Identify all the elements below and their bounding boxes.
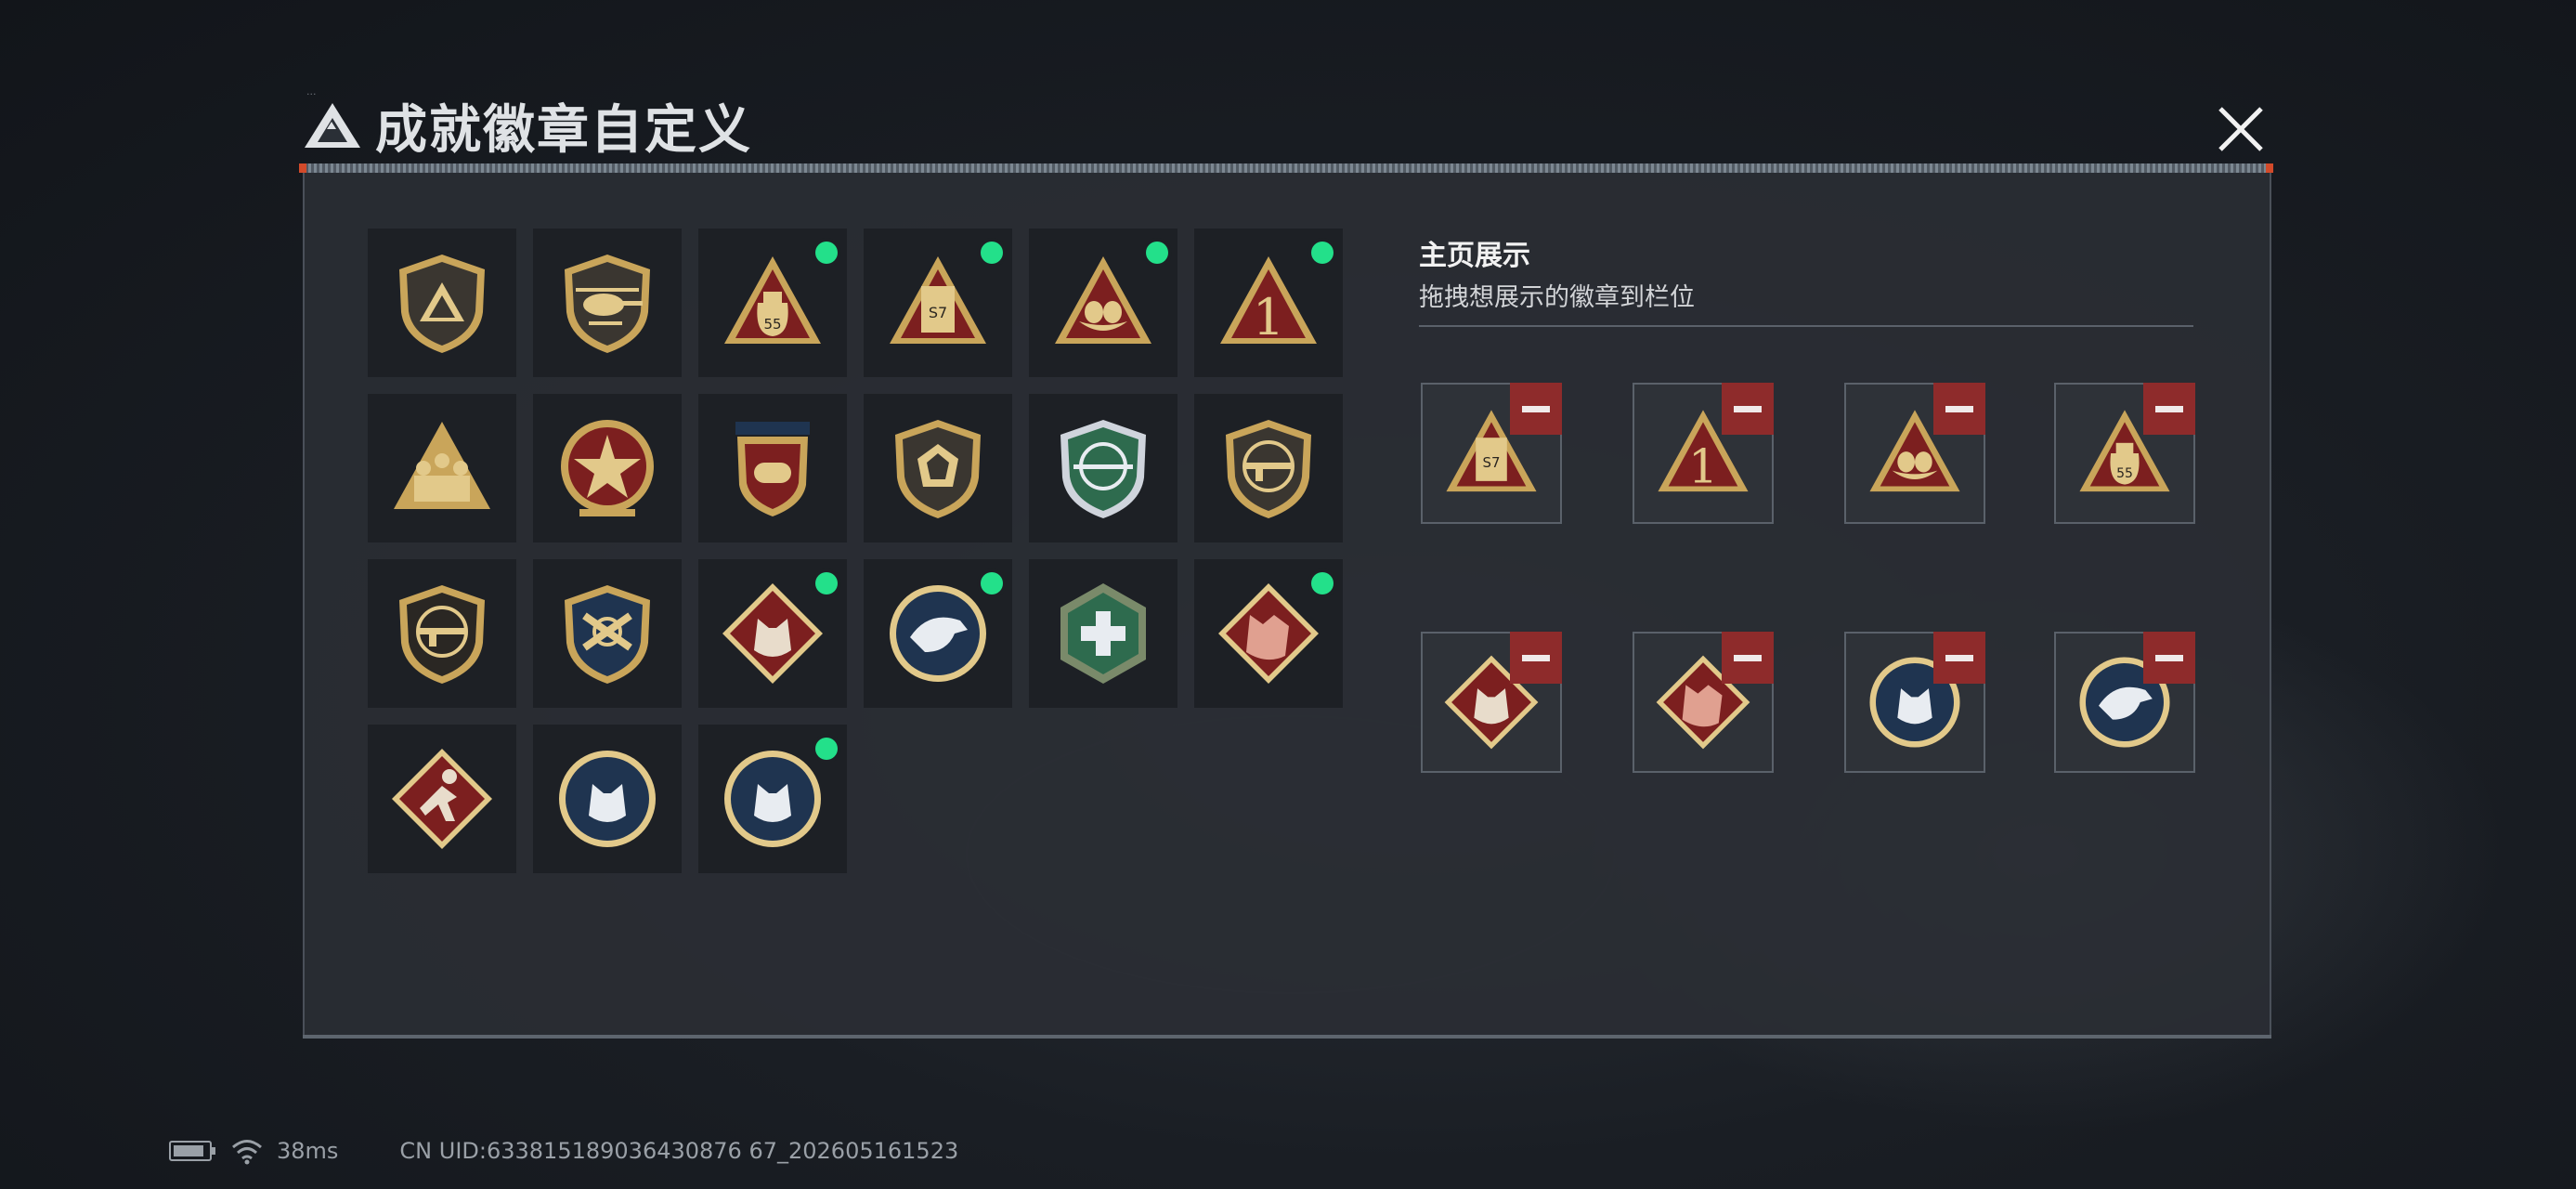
new-badge-indicator xyxy=(981,572,1003,594)
money-bag-55-badge-icon: 55 xyxy=(724,256,821,344)
svg-text:55: 55 xyxy=(2116,466,2133,481)
uid-text: CN UID:633815189036430876 67_20260516152… xyxy=(399,1138,959,1164)
remove-badge-button[interactable] xyxy=(1933,383,1985,435)
badge-cell[interactable] xyxy=(1029,394,1177,542)
rifle-shield-dark-badge-icon xyxy=(399,585,485,684)
new-badge-indicator xyxy=(815,572,838,594)
eagle-round-badge-icon xyxy=(890,585,986,682)
lynx-round-badge-2-icon xyxy=(724,751,821,847)
minus-icon xyxy=(1945,654,1973,661)
badge-cell[interactable]: S7 xyxy=(864,229,1012,377)
remove-badge-button[interactable] xyxy=(1510,383,1562,435)
battery-icon xyxy=(169,1141,215,1161)
helicopter-shield-badge-icon xyxy=(565,255,650,353)
showcase-slot[interactable] xyxy=(1844,383,1985,524)
minus-icon xyxy=(2155,654,2183,661)
wifi-icon xyxy=(232,1140,262,1165)
showcase-slot[interactable] xyxy=(2054,632,2195,773)
new-badge-indicator xyxy=(1146,242,1168,264)
showcase-slot[interactable]: S7 xyxy=(1421,383,1562,524)
badge-cell[interactable] xyxy=(1194,394,1343,542)
badge-cell[interactable] xyxy=(533,229,682,377)
crossed-guns-shield-badge-icon xyxy=(565,585,650,684)
showcase-slot[interactable]: 55 xyxy=(2054,383,2195,524)
svg-text:1: 1 xyxy=(1688,439,1718,494)
sniper-crosshair-badge-icon xyxy=(1060,420,1146,518)
new-badge-indicator xyxy=(815,738,838,760)
svg-text:1: 1 xyxy=(1253,288,1284,346)
wolf-diamond-badge-icon xyxy=(722,583,823,684)
badge-cell[interactable] xyxy=(698,394,847,542)
delta-logo-icon xyxy=(305,103,360,148)
svg-text:55: 55 xyxy=(763,316,781,333)
showcase-slot[interactable] xyxy=(1844,632,1985,773)
dragon-diamond-badge-icon xyxy=(1218,583,1319,684)
close-button[interactable] xyxy=(2206,98,2275,160)
showcase-divider xyxy=(1419,325,2193,327)
new-badge-indicator xyxy=(1311,572,1334,594)
new-badge-indicator xyxy=(815,242,838,264)
runner-diamond-badge-icon xyxy=(392,749,492,849)
minus-icon xyxy=(1522,405,1550,412)
ping-text: 38ms xyxy=(277,1138,339,1164)
badge-cell[interactable]: 55 xyxy=(698,229,847,377)
new-badge-indicator xyxy=(1311,242,1334,264)
svg-text:S7: S7 xyxy=(929,304,947,321)
showcase-title: 主页展示 xyxy=(1419,240,1530,272)
new-badge-indicator xyxy=(981,242,1003,264)
badge-cell[interactable] xyxy=(1194,559,1343,708)
showcase-slot[interactable] xyxy=(1633,632,1774,773)
divider-accent-left xyxy=(299,163,306,173)
gem-shield-badge-icon xyxy=(895,420,981,518)
minus-icon xyxy=(1734,654,1762,661)
page-title: 成就徽章自定义 xyxy=(375,99,752,161)
remove-badge-button[interactable] xyxy=(1510,632,1562,684)
badge-cell[interactable] xyxy=(368,229,516,377)
badge-cell[interactable] xyxy=(368,394,516,542)
close-icon xyxy=(2218,107,2263,151)
badge-cell[interactable] xyxy=(698,559,847,708)
badge-cell[interactable] xyxy=(368,559,516,708)
showcase-subtitle: 拖拽想展示的徽章到栏位 xyxy=(1419,283,1695,312)
badge-cell[interactable] xyxy=(698,725,847,873)
badge-cell[interactable] xyxy=(1029,229,1177,377)
badge-collection-grid: 55 S7 1 xyxy=(368,229,1343,873)
minus-icon xyxy=(1945,405,1973,412)
badge-cell[interactable] xyxy=(1029,559,1177,708)
badge-cell[interactable] xyxy=(864,394,1012,542)
remove-badge-button[interactable] xyxy=(1722,383,1774,435)
status-bar: 38ms CN UID:633815189036430876 67_202605… xyxy=(169,1137,958,1165)
badge-cell[interactable] xyxy=(864,559,1012,708)
panel-bottom-border xyxy=(303,1035,2271,1039)
showcase-slot[interactable] xyxy=(1421,632,1562,773)
minus-icon xyxy=(2155,405,2183,412)
lynx-round-badge-icon xyxy=(559,751,656,847)
badge-cell[interactable] xyxy=(533,725,682,873)
showcase-slot[interactable]: 1 xyxy=(1633,383,1774,524)
medic-hexagon-badge-icon xyxy=(1060,583,1146,684)
number-one-badge-icon: 1 xyxy=(1220,256,1317,346)
nest-eggs-badge-icon xyxy=(1055,256,1151,344)
remove-badge-button[interactable] xyxy=(1722,632,1774,684)
badge-cell[interactable] xyxy=(533,394,682,542)
svg-text:S7: S7 xyxy=(1483,454,1501,471)
s7-card-badge-icon: S7 xyxy=(890,256,986,344)
badge-cell[interactable] xyxy=(533,559,682,708)
divider-accent-right xyxy=(2266,163,2273,173)
stars-shield-badge-icon xyxy=(735,422,810,516)
badge-cell[interactable] xyxy=(368,725,516,873)
remove-badge-button[interactable] xyxy=(1933,632,1985,684)
remove-badge-button[interactable] xyxy=(2143,383,2195,435)
header-divider xyxy=(303,163,2271,173)
minus-icon xyxy=(1734,405,1762,412)
star-compass-badge-icon xyxy=(561,420,654,516)
squad-soldiers-badge-icon xyxy=(394,422,490,509)
rifle-shield-badge-icon xyxy=(1226,420,1311,518)
window-title: 成就徽章自定义 xyxy=(303,89,752,162)
minus-icon xyxy=(1522,654,1550,661)
remove-badge-button[interactable] xyxy=(2143,632,2195,684)
badge-cell[interactable]: 1 xyxy=(1194,229,1343,377)
triangle-logo-shield-badge-icon xyxy=(399,255,485,353)
